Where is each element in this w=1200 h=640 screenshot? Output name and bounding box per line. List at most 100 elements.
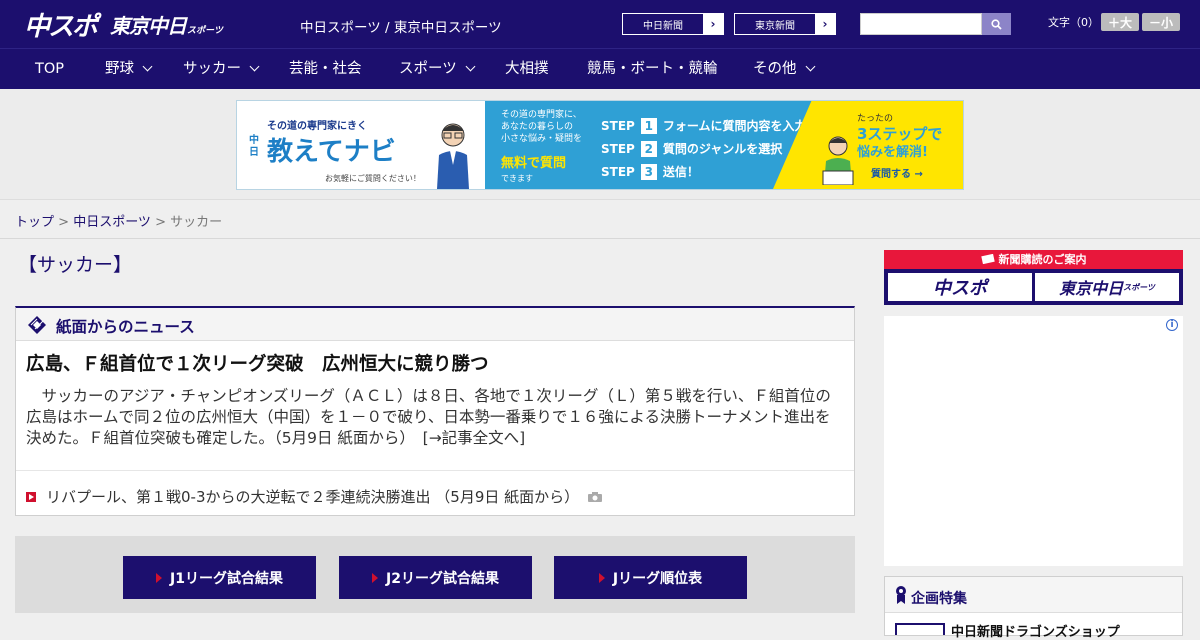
nav-item-sports[interactable]: スポーツ <box>399 49 476 90</box>
ad-right-line-3: 悩みを解消! <box>857 145 928 160</box>
nav-item-label: スポーツ <box>399 61 457 77</box>
j2-results-label: J2リーグ試合結果 <box>386 570 499 587</box>
nav-item-other[interactable]: その他 <box>753 49 815 90</box>
jleague-links: J1リーグ試合結果 J2リーグ試合結果 Jリーグ順位表 <box>15 536 855 613</box>
subscribe-tokyo-chunichi-button[interactable]: 東京中日 スポーツ <box>1035 273 1179 301</box>
feature-thumbnail[interactable] <box>895 623 945 635</box>
nav-item-sumo[interactable]: 大相撲 <box>505 49 549 90</box>
nav-item-top[interactable]: TOP <box>35 49 64 90</box>
ad-can-text: できます <box>501 174 533 183</box>
ad-band: その道の専門家にきく 中日 教えてナビ お気軽にご質問ください！ その道の専門家に… <box>0 89 1200 200</box>
news-body[interactable]: サッカーのアジア・チャンピオンズリーグ（ＡＣＬ）は８日、各地で１次リーグ（Ｌ）第… <box>26 386 844 449</box>
top-header: 中スポ 東京中日スポーツ 中日スポーツ / 東京中日スポーツ 中日新聞 › 東京… <box>0 0 1200 48</box>
ad-mid-text: その道の専門家に、 あなたの暮らしの 小さな悩み・疑問を <box>501 109 582 145</box>
ad-step-label: STEP <box>601 165 635 179</box>
ad-brand-name: 教えてナビ <box>267 137 396 167</box>
nav-item-label: その他 <box>753 61 797 77</box>
font-smaller-button[interactable]: －小 <box>1142 13 1180 31</box>
ad-step-text: フォームに質問内容を入力 <box>662 119 807 133</box>
ad-free-text: 無料で質問 <box>501 156 567 171</box>
subscribe-tokyo-sub: スポーツ <box>1123 282 1155 292</box>
breadcrumb: トップ > 中日スポーツ > サッカー <box>15 211 222 230</box>
sidebar-ad[interactable]: i <box>884 316 1183 566</box>
ad-steps: STEP 1 フォームに質問内容を入力 STEP 2 質問のジャンルを選択 STEP 3 送… <box>601 115 806 184</box>
feature-box: 企画特集 中日新聞ドラゴンズショップ <box>884 576 1183 640</box>
tokyo-shimbun-label: 東京新聞 <box>755 20 795 32</box>
divider <box>0 238 1200 239</box>
nav-item-label: 競馬・ボート・競輪 <box>587 61 718 77</box>
oshiete-navi-ad[interactable]: その道の専門家にきく 中日 教えてナビ お気軽にご質問ください！ その道の専門家に… <box>236 100 964 190</box>
j1-results-button[interactable]: J1リーグ試合結果 <box>123 556 316 599</box>
person-illustration-icon <box>437 123 469 189</box>
ribbon-icon <box>896 586 906 604</box>
jleague-standings-button[interactable]: Jリーグ順位表 <box>554 556 747 599</box>
triangle-right-icon <box>598 572 605 583</box>
chevron-down-icon <box>465 61 476 72</box>
chunichi-shimbun-button[interactable]: 中日新聞 › <box>622 13 724 35</box>
site-links[interactable]: 中日スポーツ / 東京中日スポーツ <box>300 16 502 36</box>
chevron-down-icon <box>142 61 153 72</box>
ad-step: STEP 2 質問のジャンルを選択 <box>601 138 806 161</box>
ad-step-label: STEP <box>601 142 635 156</box>
person-with-laptop-icon <box>822 136 854 185</box>
divider <box>16 470 854 471</box>
breadcrumb-separator: > <box>54 215 74 230</box>
news-sub-item[interactable]: リバプール、第１戦0-3からの大逆転で２季連続決勝進出 （5月9日 紙面から） <box>26 486 603 507</box>
news-headline[interactable]: 広島、Ｆ組首位で１次リーグ突破 広州恒大に競り勝つ <box>26 350 489 376</box>
ad-step: STEP 3 送信！ <box>601 161 806 184</box>
tokyo-logo-text: 東京中日 <box>110 14 187 38</box>
ad-step-text: 質問のジャンルを選択 <box>662 142 783 156</box>
tokyo-shimbun-button[interactable]: 東京新聞 › <box>734 13 836 35</box>
subscription-header-label: 新聞購読のご案内 <box>998 253 1087 266</box>
feature-header: 企画特集 <box>885 577 1182 613</box>
ad-left-panel: その道の専門家にきく 中日 教えてナビ お気軽にご質問ください！ <box>237 101 485 189</box>
nav-item-label: 大相撲 <box>505 61 549 77</box>
ticket-icon <box>980 253 995 265</box>
nav-item-entertainment[interactable]: 芸能・社会 <box>289 49 362 90</box>
ad-step-text: 送信！ <box>662 165 699 179</box>
j2-results-button[interactable]: J2リーグ試合結果 <box>339 556 532 599</box>
subscribe-chuspo-button[interactable]: 中スポ <box>888 273 1032 301</box>
search-button[interactable] <box>982 13 1011 35</box>
font-larger-button[interactable]: ＋大 <box>1101 13 1139 31</box>
breadcrumb-section[interactable]: 中日スポーツ <box>73 215 151 230</box>
feature-item-dragons-shop[interactable]: 中日新聞ドラゴンズショップ <box>951 621 1120 640</box>
tokyo-logo-sub: スポーツ <box>187 26 223 36</box>
triangle-right-icon <box>156 572 163 583</box>
feature-heading: 企画特集 <box>911 591 967 607</box>
ad-step: STEP 1 フォームに質問内容を入力 <box>601 115 806 138</box>
nav-item-label: TOP <box>35 61 65 77</box>
breadcrumb-current: サッカー <box>170 215 223 230</box>
chunichi-shimbun-label: 中日新聞 <box>643 20 683 32</box>
nav-item-baseball[interactable]: 野球 <box>105 49 153 90</box>
ad-ask-button[interactable]: 質問する → <box>871 165 923 180</box>
ad-note: お気軽にご質問ください！ <box>325 174 421 183</box>
page-title: 【サッカー】 <box>18 254 133 276</box>
newspaper-icon <box>28 316 46 334</box>
ad-step-label: STEP <box>601 119 635 133</box>
breadcrumb-separator: > <box>150 215 171 230</box>
news-sub-item-label: リバプール、第１戦0-3からの大逆転で２季連続決勝進出 （5月9日 紙面から） <box>46 488 580 506</box>
search-input[interactable] <box>860 13 982 35</box>
news-box-header: 紙面からのニュース <box>16 308 854 341</box>
ad-brand-prefix: 中日 <box>249 135 259 158</box>
nav-item-label: サッカー <box>183 61 241 77</box>
ad-brand: 中日 教えてナビ <box>249 131 396 168</box>
ad-info-icon[interactable]: i <box>1166 319 1178 331</box>
font-size-label: 文字（0） <box>1048 16 1099 29</box>
breadcrumb-home[interactable]: トップ <box>15 215 54 230</box>
ad-mid-line: あなたの暮らしの <box>501 122 574 132</box>
j1-results-label: J1リーグ試合結果 <box>170 570 283 587</box>
jleague-standings-label: Jリーグ順位表 <box>612 570 703 587</box>
camera-icon <box>588 491 603 502</box>
chevron-right-icon: › <box>815 14 835 34</box>
chuspo-logo[interactable]: 中スポ <box>24 6 98 43</box>
subscribe-tokyo-text: 東京中日 <box>1059 279 1124 298</box>
chevron-down-icon <box>249 61 260 72</box>
triangle-right-icon <box>372 572 379 583</box>
subscription-header: 新聞購読のご案内 <box>884 250 1183 269</box>
tokyo-chunichi-logo[interactable]: 東京中日スポーツ <box>110 10 223 39</box>
nav-item-racing[interactable]: 競馬・ボート・競輪 <box>587 49 718 90</box>
nav-item-soccer[interactable]: サッカー <box>183 49 260 90</box>
nav-item-label: 芸能・社会 <box>289 61 362 77</box>
